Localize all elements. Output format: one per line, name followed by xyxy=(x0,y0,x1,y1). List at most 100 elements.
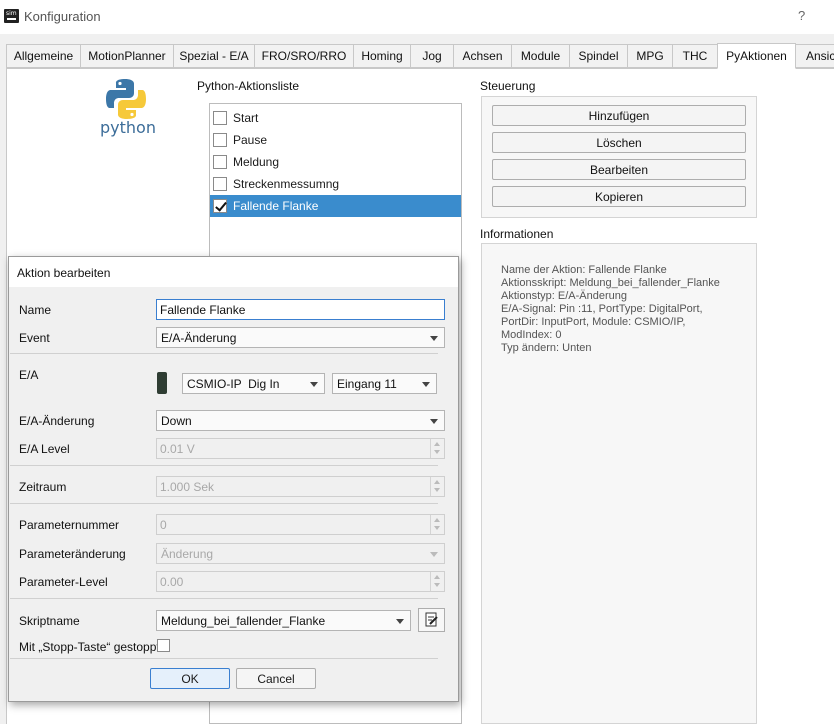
divider xyxy=(10,353,438,354)
param-level-spinbox[interactable]: 0.00 xyxy=(156,571,445,592)
window-titlebar: sim Konfiguration ? xyxy=(0,0,834,34)
param-change-select[interactable]: Änderung xyxy=(156,543,445,564)
period-spinbox[interactable]: 1.000 Sek xyxy=(156,476,445,497)
name-input[interactable]: Fallende Flanke xyxy=(156,299,445,320)
param-level-value: 0.00 xyxy=(160,574,184,589)
param-change-value: Änderung xyxy=(161,546,214,561)
help-button[interactable]: ? xyxy=(798,8,805,23)
script-select[interactable]: Meldung_bei_fallender_Flanke xyxy=(156,610,411,631)
info-label: Informationen xyxy=(480,227,554,241)
list-item-label: Start xyxy=(233,111,259,125)
copy-button[interactable]: Kopieren xyxy=(492,186,746,207)
control-label: Steuerung xyxy=(480,79,536,93)
tab-bar: Allgemeine MotionPlanner Spezial - E/A F… xyxy=(0,43,834,69)
list-item-start[interactable]: Start xyxy=(210,107,461,129)
info-line: ModIndex: 0 xyxy=(501,329,562,341)
list-item-checkbox[interactable] xyxy=(213,133,227,147)
divider xyxy=(10,503,438,504)
event-select[interactable]: E/A-Änderung xyxy=(156,327,445,348)
info-line: Aktionsskript: Meldung_bei_fallender_Fla… xyxy=(501,277,720,289)
stop-checkbox[interactable] xyxy=(157,639,170,652)
list-item-streckenmessung[interactable]: Streckenmessumng xyxy=(210,173,461,195)
info-line: Name der Aktion: Fallende Flanke xyxy=(501,264,667,276)
action-list-label: Python-Aktionsliste xyxy=(197,79,300,93)
tab-homing[interactable]: Homing xyxy=(353,44,411,68)
tab-mpg[interactable]: MPG xyxy=(627,44,673,68)
param-number-spinbox[interactable]: 0 xyxy=(156,514,445,535)
event-select-value: E/A-Änderung xyxy=(161,330,237,345)
info-line: PortDir: InputPort, Module: CSMIO/IP, xyxy=(501,316,686,328)
dialog-title: Aktion bearbeiten xyxy=(17,266,111,280)
tab-motionplanner[interactable]: MotionPlanner xyxy=(80,44,174,68)
tab-thc[interactable]: THC xyxy=(672,44,718,68)
list-item-label: Streckenmessumng xyxy=(233,177,340,191)
period-value: 1.000 Sek xyxy=(160,479,215,494)
io-input-value: Eingang 11 xyxy=(337,376,397,391)
info-text: Name der Aktion: Fallende Flanke Aktions… xyxy=(501,264,720,355)
python-logo-icon xyxy=(106,79,146,119)
spin-arrows-icon xyxy=(430,439,444,458)
chevron-down-icon xyxy=(430,552,438,557)
io-change-value: Down xyxy=(161,413,192,428)
list-item-fallende-flanke[interactable]: Fallende Flanke xyxy=(210,195,461,217)
add-button[interactable]: Hinzufügen xyxy=(492,105,746,126)
script-label: Skriptname xyxy=(19,614,80,628)
delete-button[interactable]: Löschen xyxy=(492,132,746,153)
dialog-titlebar: Aktion bearbeiten xyxy=(9,257,458,287)
spin-arrows-icon xyxy=(430,572,444,591)
param-level-label: Parameter-Level xyxy=(19,575,108,589)
tab-allgemeine[interactable]: Allgemeine xyxy=(6,44,81,68)
io-change-select[interactable]: Down xyxy=(156,410,445,431)
divider xyxy=(10,465,438,466)
tab-spezial-ea[interactable]: Spezial - E/A xyxy=(173,44,255,68)
list-item-pause[interactable]: Pause xyxy=(210,129,461,151)
divider xyxy=(10,598,438,599)
edit-button[interactable]: Bearbeiten xyxy=(492,159,746,180)
list-item-checkbox[interactable] xyxy=(213,111,227,125)
cancel-button[interactable]: Cancel xyxy=(236,668,316,689)
chevron-down-icon xyxy=(430,336,438,341)
device-icon xyxy=(157,372,167,394)
tab-pyaktionen[interactable]: PyAktionen xyxy=(717,43,796,69)
io-level-label: E/A Level xyxy=(19,442,70,456)
io-device-value: CSMIO-IP Dig In xyxy=(187,376,280,391)
io-level-value: 0.01 V xyxy=(160,441,195,456)
window-title: Konfiguration xyxy=(24,9,101,24)
param-number-label: Parameternummer xyxy=(19,518,120,532)
python-logo-text: python xyxy=(100,118,156,137)
period-label: Zeitraum xyxy=(19,480,67,494)
tab-achsen[interactable]: Achsen xyxy=(453,44,512,68)
chevron-down-icon xyxy=(396,619,404,624)
io-device-select[interactable]: CSMIO-IP Dig In xyxy=(182,373,325,394)
ok-button[interactable]: OK xyxy=(150,668,230,689)
list-item-meldung[interactable]: Meldung xyxy=(210,151,461,173)
param-change-label: Parameteränderung xyxy=(19,547,126,561)
spin-arrows-icon xyxy=(430,477,444,496)
chevron-down-icon xyxy=(430,419,438,424)
app-icon-text: sim xyxy=(6,10,17,17)
info-line: E/A-Signal: Pin :11, PortType: DigitalPo… xyxy=(501,303,703,315)
event-label: Event xyxy=(19,331,50,345)
tab-fro-sro-rro[interactable]: FRO/SRO/RRO xyxy=(254,44,354,68)
edit-script-button[interactable] xyxy=(418,608,445,632)
list-item-label: Fallende Flanke xyxy=(233,199,319,213)
list-item-checkbox[interactable] xyxy=(213,155,227,169)
name-label: Name xyxy=(19,303,52,317)
tab-spindel[interactable]: Spindel xyxy=(569,44,628,68)
io-input-select[interactable]: Eingang 11 xyxy=(332,373,437,394)
divider xyxy=(10,658,438,659)
tab-module[interactable]: Module xyxy=(511,44,570,68)
info-line: Typ ändern: Unten xyxy=(501,342,592,354)
tab-ansicht[interactable]: Ansic xyxy=(795,44,834,68)
io-level-spinbox[interactable]: 0.01 V xyxy=(156,438,445,459)
list-item-checkbox[interactable] xyxy=(213,199,227,213)
app-icon: sim xyxy=(4,9,19,23)
script-value: Meldung_bei_fallender_Flanke xyxy=(161,613,326,628)
edit-document-icon xyxy=(425,612,438,627)
tab-jog[interactable]: Jog xyxy=(410,44,454,68)
io-change-label: E/A-Änderung xyxy=(19,414,95,428)
list-item-label: Meldung xyxy=(233,155,280,169)
list-item-checkbox[interactable] xyxy=(213,177,227,191)
list-item-label: Pause xyxy=(233,133,268,147)
info-line: Aktionstyp: E/A-Änderung xyxy=(501,290,627,302)
